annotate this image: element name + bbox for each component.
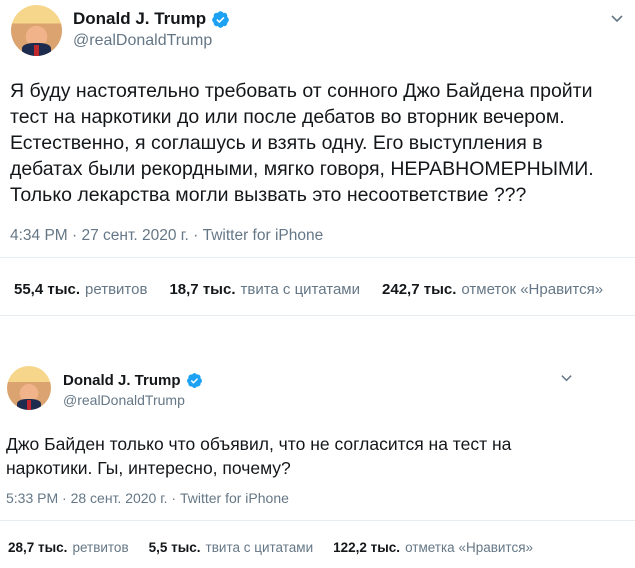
tweet-text: Джо Байден только что объявил, что не со…	[6, 434, 512, 478]
verified-badge-icon	[186, 372, 203, 389]
retweets-count: 55,4 тыс.	[14, 281, 81, 298]
divider	[0, 257, 635, 258]
avatar[interactable]	[11, 5, 62, 56]
avatar[interactable]	[7, 366, 51, 410]
tweet-text: Я буду настоятельно требовать от сонного…	[10, 80, 594, 206]
chevron-down-icon[interactable]	[559, 370, 574, 390]
retweets-label: ретвитов	[72, 540, 129, 555]
author-row: Donald J. Trump	[73, 9, 230, 29]
author-name[interactable]: Donald J. Trump	[73, 9, 206, 29]
divider	[0, 520, 635, 521]
quotes-stat[interactable]: 5,5 тыс. твита с цитатами	[149, 540, 314, 555]
likes-count: 242,7 тыс.	[382, 281, 457, 298]
author-row: Donald J. Trump	[63, 372, 203, 389]
tweet-meta[interactable]: 5:33 PM · 28 сент. 2020 г. · Twitter for…	[6, 490, 289, 506]
quotes-label: твита с цитатами	[240, 281, 361, 298]
retweets-label: ретвитов	[85, 281, 148, 298]
retweets-stat[interactable]: 28,7 тыс. ретвитов	[8, 540, 129, 555]
quotes-count: 5,5 тыс.	[148, 540, 201, 555]
author-handle[interactable]: @realDonaldTrump	[63, 392, 185, 408]
likes-stat[interactable]: 122,2 тыс. отметка «Нравится»	[333, 540, 533, 555]
tweet: Donald J. Trump @realDonaldTrump Джо Бай…	[0, 352, 635, 568]
quotes-label: твита с цитатами	[205, 540, 314, 555]
retweets-count: 28,7 тыс.	[8, 540, 68, 555]
tweet: Donald J. Trump @realDonaldTrump Я буду …	[0, 0, 635, 322]
tweet-stats: 55,4 тыс. ретвитов 18,7 тыс. твита с цит…	[14, 281, 603, 298]
quotes-count: 18,7 тыс.	[169, 281, 236, 298]
divider	[0, 315, 635, 316]
retweets-stat[interactable]: 55,4 тыс. ретвитов	[14, 281, 147, 298]
tweet-meta[interactable]: 4:34 PM · 27 сент. 2020 г. · Twitter for…	[10, 227, 323, 245]
verified-badge-icon	[211, 10, 230, 29]
chevron-down-icon[interactable]	[609, 10, 625, 31]
likes-stat[interactable]: 242,7 тыс. отметок «Нравится»	[382, 281, 603, 298]
author-handle[interactable]: @realDonaldTrump	[73, 32, 212, 50]
likes-label: отметка «Нравится»	[405, 540, 534, 555]
likes-count: 122,2 тыс.	[333, 540, 401, 555]
tweet-stats: 28,7 тыс. ретвитов 5,5 тыс. твита с цита…	[8, 540, 533, 555]
author-name[interactable]: Donald J. Trump	[63, 372, 181, 389]
quotes-stat[interactable]: 18,7 тыс. твита с цитатами	[169, 281, 360, 298]
likes-label: отметок «Нравится»	[461, 281, 604, 298]
